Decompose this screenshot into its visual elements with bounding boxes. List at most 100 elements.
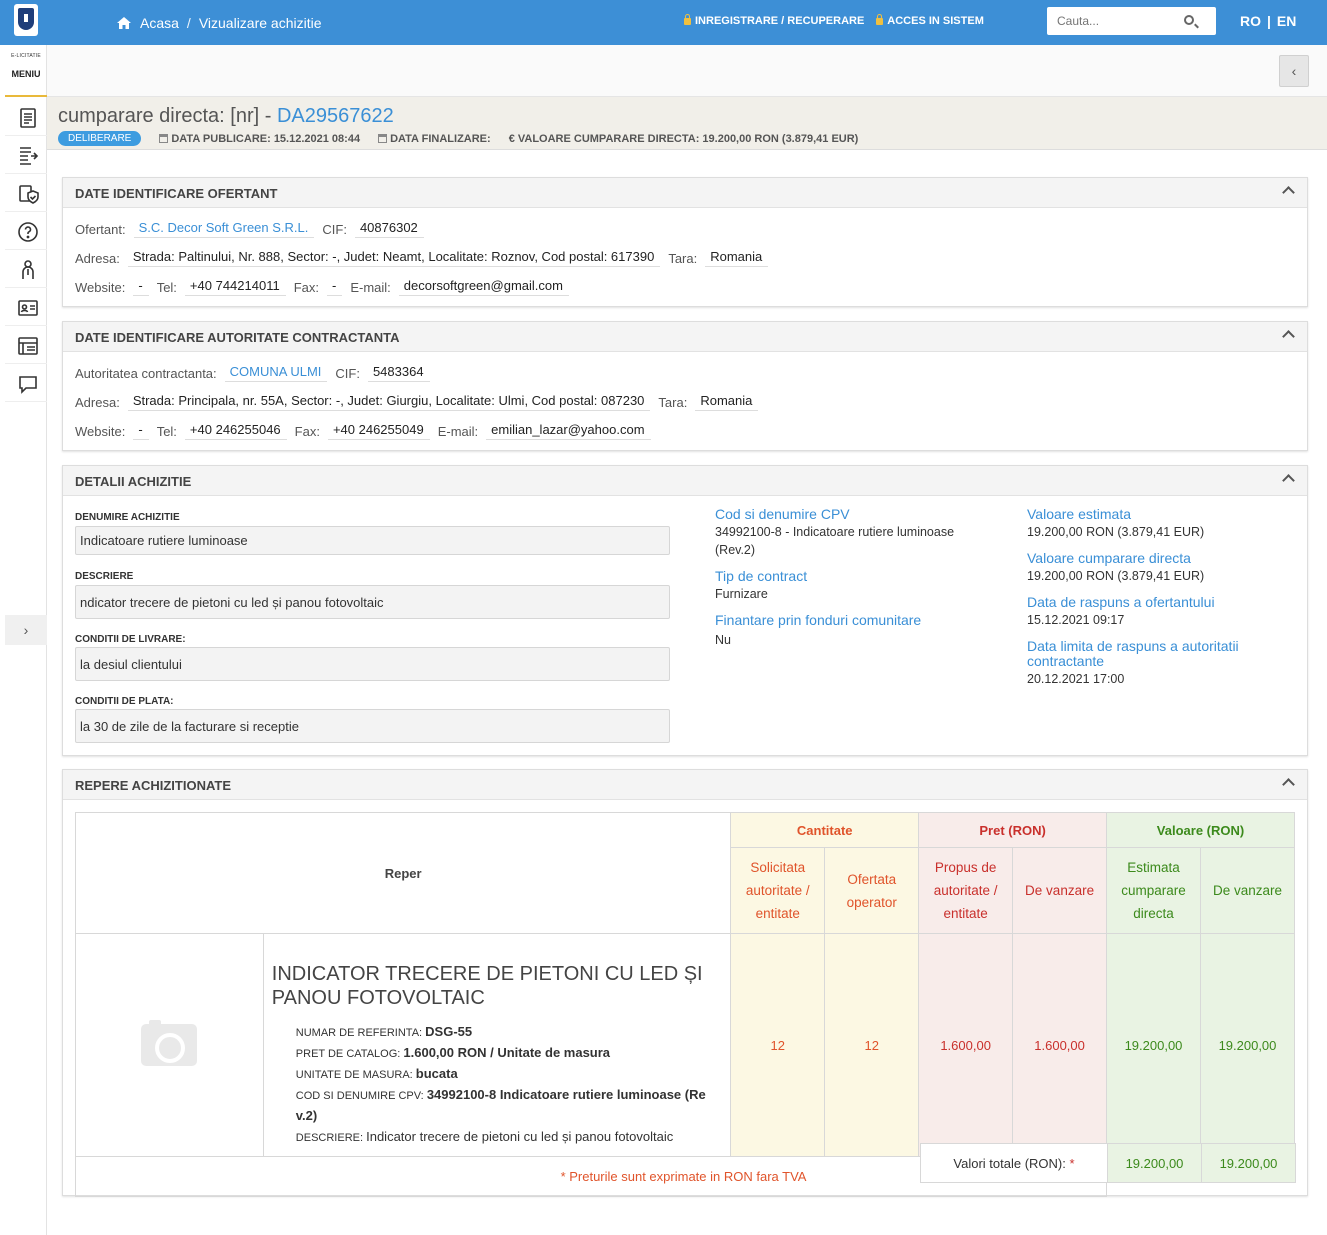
label: E-mail: — [350, 279, 391, 295]
totals-label: Valori totale (RON): — [953, 1155, 1066, 1171]
response-date: 15.12.2021 09:17 — [1027, 613, 1125, 627]
chevron-up-icon[interactable] — [1282, 330, 1295, 343]
lock-icon — [684, 13, 691, 25]
panel-ofertant: DATE IDENTIFICARE OFERTANT Ofertant: S.C… — [62, 177, 1308, 307]
publish-date-label: DATA PUBLICARE: 15.12.2021 08:44 — [171, 132, 361, 145]
panel-autoritate: DATE IDENTIFICARE AUTORITATE CONTRACTANT… — [62, 321, 1308, 451]
shield-check-icon[interactable] — [17, 183, 39, 205]
ofertant-address: Strada: Paltinului, Nr. 888, Sector: -, … — [127, 249, 661, 267]
chevron-up-icon[interactable] — [1282, 474, 1295, 487]
label: Tel: — [156, 423, 177, 439]
autoritate-fax: +40 246255049 — [327, 422, 430, 440]
ofertant-row-3: Website: - Tel: +40 744214011 Fax: - E-m… — [75, 278, 577, 296]
item-name-line1: INDICATOR TRECERE DE PIETONI CU LED ȘI — [271, 963, 703, 985]
cell-pret-vanzare: 1.600,00 — [1012, 933, 1108, 1157]
livrare-label: CONDITII DE LIVRARE: — [75, 634, 186, 645]
item-details: NUMAR DE REFERINTA: DSG-55 PRET DE CATAL… — [272, 1022, 725, 1148]
language-switch: RO | EN — [1240, 13, 1296, 29]
breadcrumb-home[interactable]: Acasa — [140, 15, 179, 31]
livrare-field: la desiul clientului — [75, 647, 670, 681]
id-card-icon[interactable] — [17, 297, 39, 319]
item-description: DESCRIERE: Indicator trecere de pietoni … — [296, 1127, 725, 1148]
deadline-date: 20.12.2021 17:00 — [1027, 672, 1125, 686]
panel-detalii: DETALII ACHIZITIE DENUMIRE ACHIZITIE Ind… — [62, 465, 1308, 756]
label: Website: — [75, 423, 126, 439]
sub-line: Solicitata — [750, 860, 806, 875]
col-pret-propus: Propus de autoritate / entitate — [918, 847, 1014, 934]
descriere-field: ndicator trecere de pietoni cu led și pa… — [75, 585, 670, 619]
item-name[interactable]: INDICATOR TRECERE DE PIETONI CU LED ȘI PA… — [272, 962, 725, 1010]
home-icon[interactable] — [116, 16, 132, 30]
cpv-value-1: 34992100-8 Indicatoare rutiere luminoase… — [426, 1087, 706, 1102]
group-cantitate: Cantitate — [730, 812, 920, 848]
help-icon[interactable] — [17, 221, 39, 243]
document-icon[interactable] — [17, 107, 39, 129]
ofertant-name-link[interactable]: S.C. Decor Soft Green S.R.L. — [133, 220, 315, 238]
sidebar-divider — [5, 363, 47, 364]
totals-label-cell: Valori totale (RON): * — [920, 1143, 1108, 1183]
panel-header[interactable]: DATE IDENTIFICARE AUTORITATE CONTRACTANT… — [63, 322, 1307, 352]
breadcrumb-current: Vizualizare achizitie — [198, 15, 322, 31]
ofertant-country: Romania — [705, 249, 769, 267]
label: CIF: — [335, 365, 360, 381]
col-cant-ofertata: Ofertata operator — [824, 847, 920, 934]
col-val-estimata: Estimata cumparare directa — [1106, 847, 1201, 934]
sub-line: directa — [1133, 906, 1174, 921]
item-unit: UNITATE DE MASURA: bucata — [296, 1064, 725, 1085]
lang-ro[interactable]: RO — [1240, 13, 1261, 29]
descriere-label: DESCRIERE — [75, 571, 134, 582]
catalog-value: 1.600,00 RON / Unitate de masura — [403, 1045, 611, 1060]
breadcrumb-separator: / — [186, 15, 191, 31]
export-list-icon[interactable] — [17, 145, 39, 167]
sidebar-accent-line — [5, 95, 47, 97]
chevron-up-icon[interactable] — [1282, 186, 1295, 199]
shield-logo-icon — [18, 8, 34, 30]
autoritate-cif: 5483364 — [367, 364, 430, 382]
chat-icon[interactable] — [17, 373, 39, 395]
finalize-date: DATA FINALIZARE: — [378, 133, 491, 145]
chevron-up-icon[interactable] — [1282, 778, 1295, 791]
label: E-mail: — [437, 423, 479, 439]
login-label: ACCES IN SISTEM — [887, 15, 984, 27]
procurement-code[interactable]: DA29567622 — [277, 105, 394, 127]
panel-header[interactable]: DATE IDENTIFICARE OFERTANT — [63, 178, 1307, 208]
panel-header[interactable]: DETALII ACHIZITIE — [63, 466, 1307, 496]
catalog-icon[interactable] — [17, 335, 39, 357]
search-box — [1047, 7, 1216, 35]
autoritate-name-link[interactable]: COMUNA ULMI — [224, 364, 328, 382]
ofertant-row-1: Ofertant: S.C. Decor Soft Green S.R.L. C… — [75, 220, 432, 238]
collapse-panel-button[interactable]: ‹ — [1279, 55, 1309, 87]
login-link[interactable]: ACCES IN SISTEM — [876, 13, 984, 27]
sidebar-menu-label[interactable]: MENIU — [5, 69, 47, 79]
sub-line: cumparare — [1121, 883, 1186, 898]
site-logo[interactable] — [14, 4, 38, 36]
sidebar-divider — [5, 135, 47, 136]
group-valoare: Valoare (RON) — [1106, 812, 1295, 848]
lang-en[interactable]: EN — [1277, 13, 1296, 29]
search-input[interactable] — [1047, 7, 1177, 35]
auth-links: INREGISTRARE / RECUPERARE ACCES IN SISTE… — [684, 13, 984, 27]
label: Fax: — [294, 423, 320, 439]
cpv-value-line1: 34992100-8 - Indicatoare rutiere luminoa… — [715, 525, 955, 539]
search-icon[interactable] — [1184, 15, 1194, 25]
header-meta: DELIBERARE DATA PUBLICARE: 15.12.2021 08… — [58, 131, 858, 146]
status-badge: DELIBERARE — [58, 131, 142, 146]
label: Autoritatea contractanta: — [75, 365, 217, 381]
sidebar-expand-button[interactable]: › — [5, 615, 47, 645]
cpv-label: COD SI DENUMIRE CPV: — [295, 1090, 424, 1102]
item-name-line2: PANOU FOTOVOLTAIC — [271, 987, 485, 1009]
sub-line: entitate — [943, 906, 988, 921]
sidebar-divider — [5, 173, 47, 174]
item-cpv: COD SI DENUMIRE CPV: 34992100-8 Indicato… — [296, 1085, 725, 1127]
label: Website: — [75, 279, 126, 295]
cell-val-estimata: 19.200,00 — [1106, 933, 1201, 1157]
register-link[interactable]: INREGISTRARE / RECUPERARE — [684, 13, 864, 27]
calendar-icon — [159, 133, 169, 143]
autoritate-email: emilian_lazar@yahoo.com — [486, 422, 651, 440]
user-tie-icon[interactable] — [17, 259, 39, 281]
desc-value: Indicator trecere de pietoni cu led și p… — [366, 1129, 674, 1144]
direct-value-label: Valoare cumparare directa — [1027, 550, 1191, 566]
panel-title: DATE IDENTIFICARE AUTORITATE CONTRACTANT… — [75, 330, 400, 345]
panel-header[interactable]: REPERE ACHIZITIONATE — [63, 770, 1307, 800]
autoritate-row-3: Website: - Tel: +40 246255046 Fax: +40 2… — [75, 422, 659, 440]
